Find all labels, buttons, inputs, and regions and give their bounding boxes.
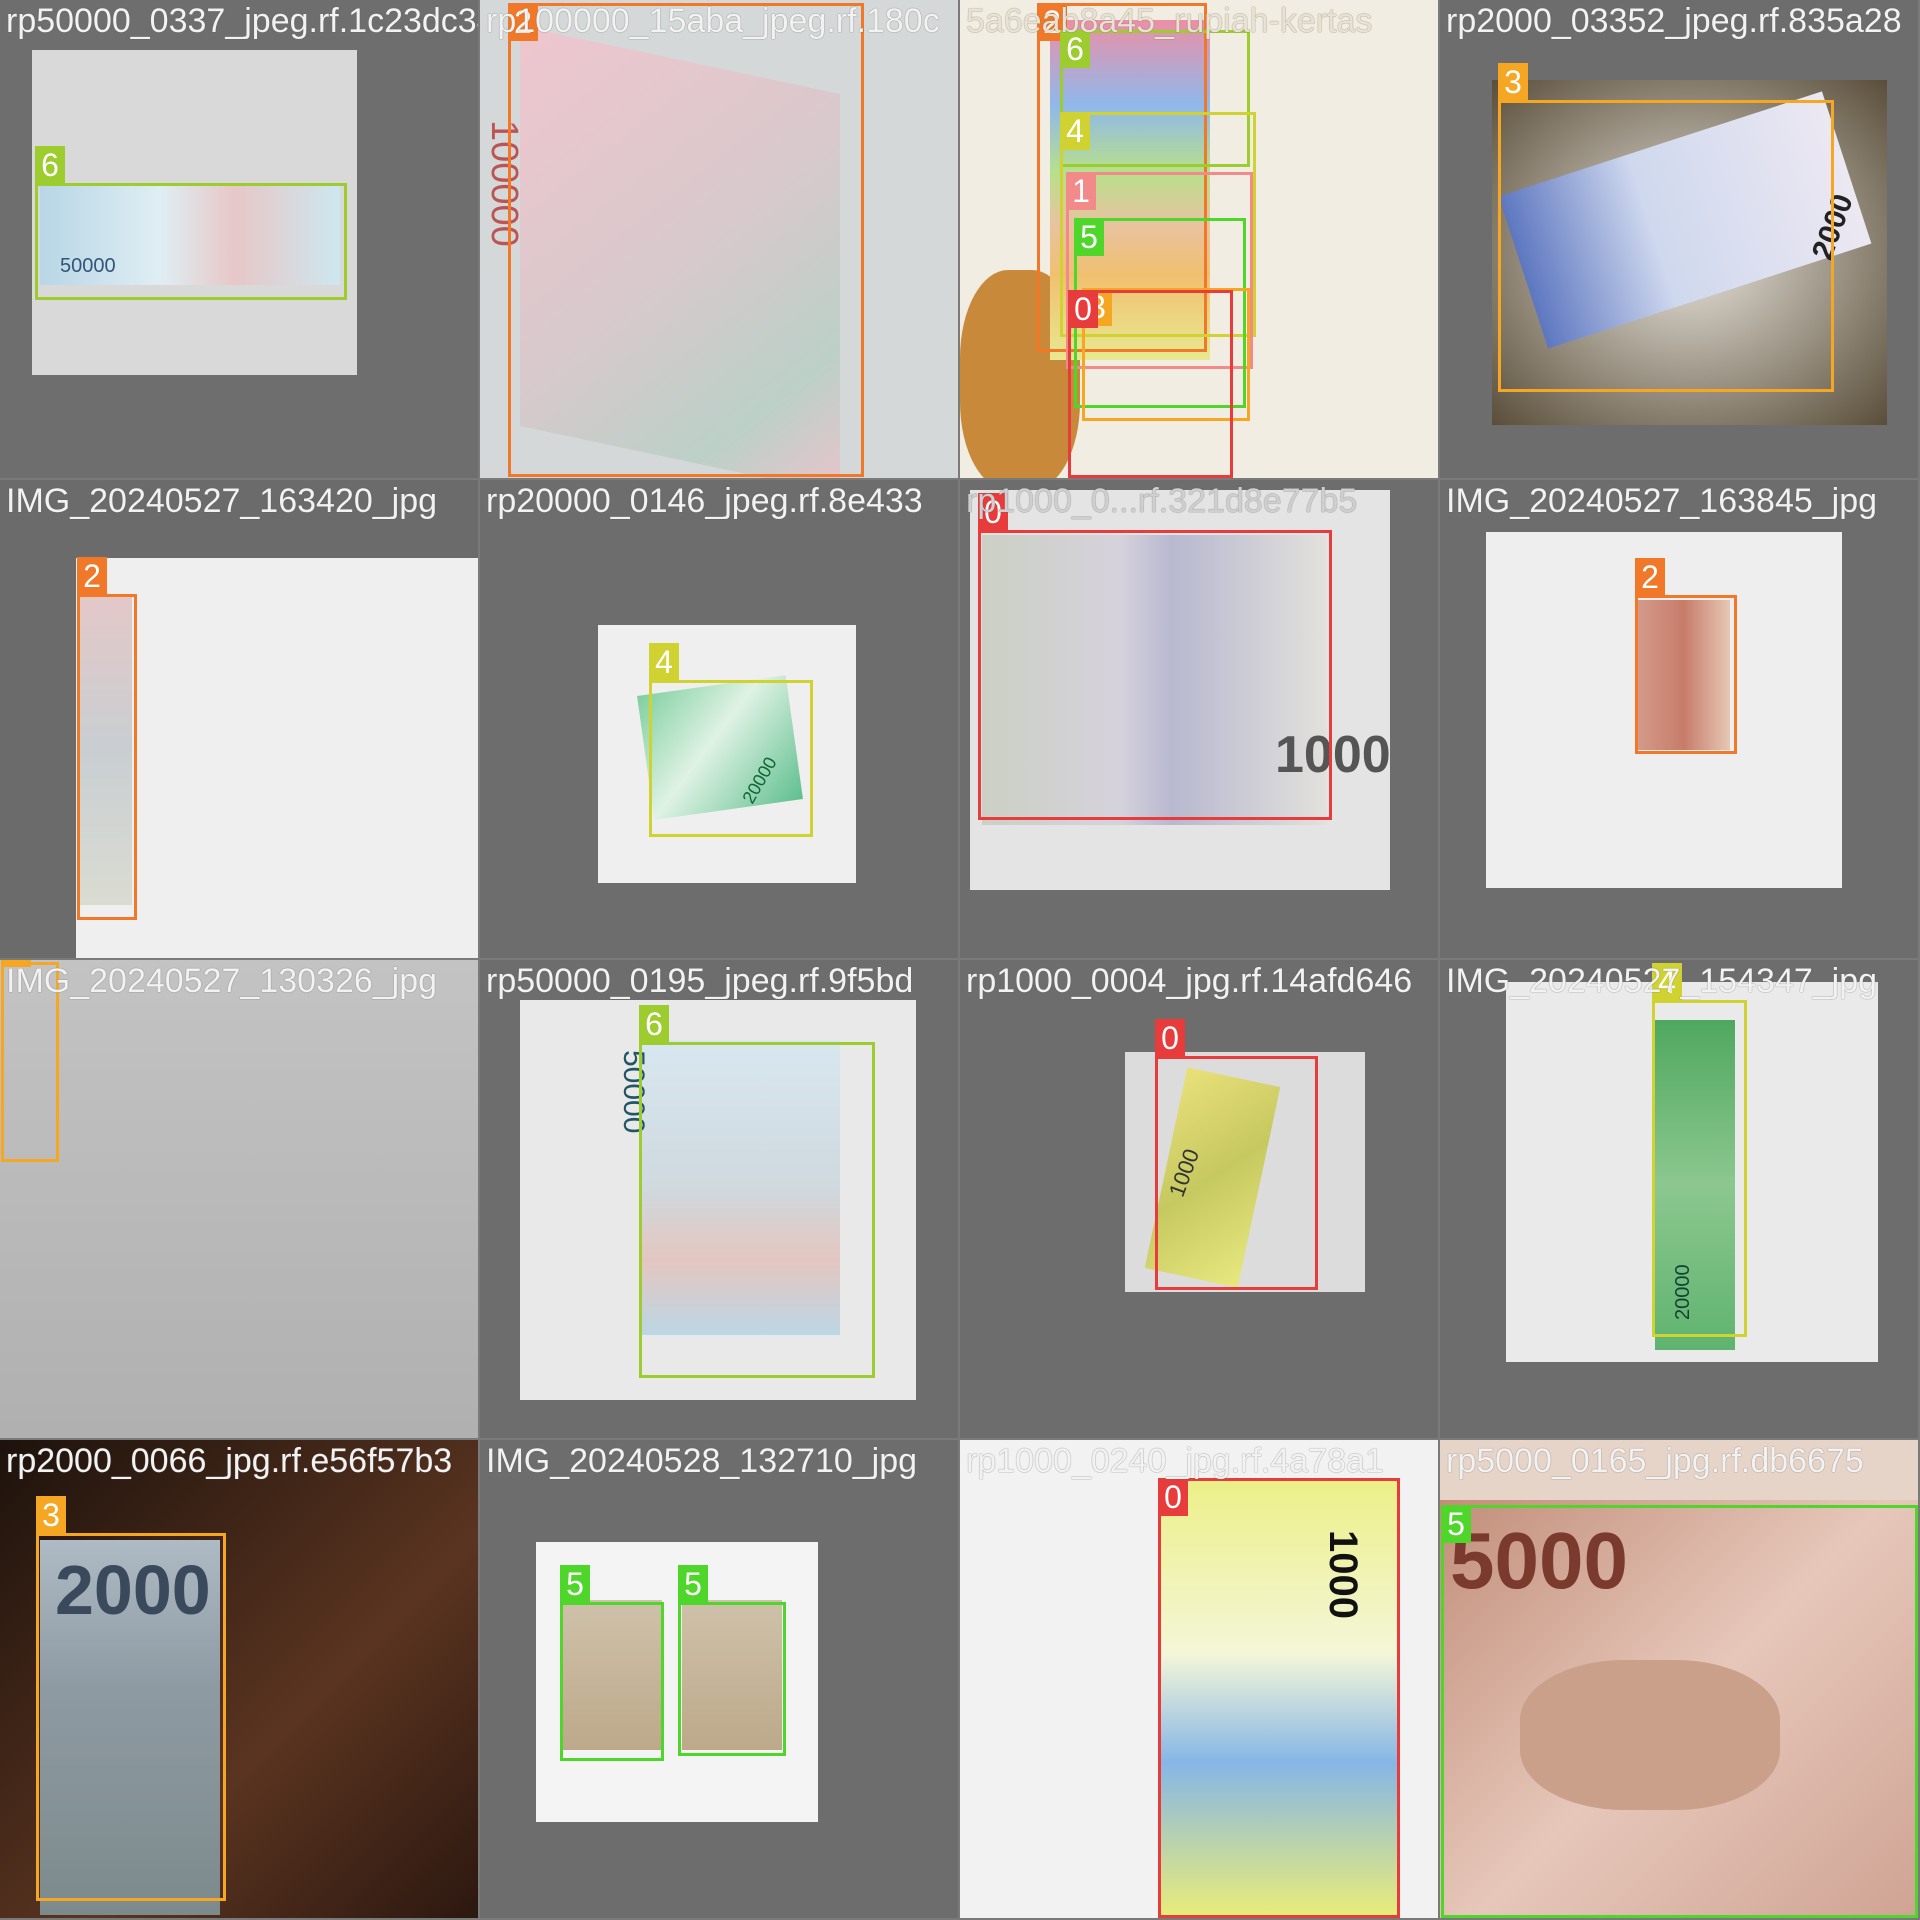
- mosaic-tile: 50000 6 rp50000_0195_jpeg.rf.9f5bd: [480, 960, 958, 1438]
- mosaic-tile: 50000 6 rp50000_0337_jpeg.rf.1c23dc34000…: [0, 0, 478, 478]
- mosaic-tile: 20000 4 rp20000_0146_jpeg.rf.8e433: [480, 480, 958, 958]
- detection-box: 2: [1635, 558, 1737, 754]
- detection-box: 0: [1068, 290, 1233, 478]
- image-filename: rp1000_0004_jpg.rf.14afd646: [966, 962, 1413, 1000]
- image-filename: rp20000_0146_jpeg.rf.8e433: [486, 482, 923, 520]
- image-filename: rp50000_0337_jpeg.rf.1c23dc340002f05487: [6, 2, 478, 40]
- detection-box: 2: [77, 557, 137, 920]
- mosaic-tile: 5000 5 rp5000_0165_jpg.rf.db6675: [1440, 1440, 1918, 1918]
- image-filename: IMG_20240527_163420_jpg: [6, 482, 438, 520]
- image-filename: IMG_20240527_163845_jpg: [1446, 482, 1878, 520]
- detection-box: 6: [35, 146, 347, 300]
- mosaic-tile: 2 6 4 1 5 3 0 5a6eab8a45_rupiah-kertas: [960, 0, 1438, 478]
- image-filename: rp100000_15aba_jpeg.rf.180c: [486, 2, 940, 40]
- photo-background: [0, 960, 478, 1438]
- class-label: 5: [560, 1565, 590, 1603]
- class-label: 6: [35, 146, 65, 184]
- mosaic-tile: 5 5 IMG_20240528_132710_jpg: [480, 1440, 958, 1918]
- detection-box: 3: [36, 1496, 226, 1901]
- detection-box: 5: [1441, 1505, 1918, 1918]
- class-label: 0: [1068, 290, 1098, 328]
- image-filename: rp50000_0195_jpeg.rf.9f5bd: [486, 962, 914, 1000]
- image-filename: IMG_20240527_154347_jpg: [1446, 962, 1878, 1000]
- detection-box: 0: [978, 493, 1332, 820]
- class-label: 2: [1635, 558, 1665, 596]
- detection-box: 3: [1498, 63, 1834, 392]
- detection-box: 4: [649, 643, 813, 837]
- mosaic-tile: 1000 0 rp1000_0...rf.321d8e77b5: [960, 480, 1438, 958]
- class-label: 6: [639, 1005, 669, 1043]
- class-label: 4: [1060, 112, 1090, 150]
- detection-box: 0: [1155, 1019, 1318, 1290]
- class-label: 5: [1441, 1505, 1471, 1543]
- mosaic-tile: 100000 2 rp100000_15aba_jpeg.rf.180c: [480, 0, 958, 478]
- mosaic-tile: 2000 3 rp2000_0066_jpg.rf.e56f57b3: [0, 1440, 478, 1918]
- image-filename: IMG_20240528_132710_jpg: [486, 1442, 918, 1480]
- class-label: 0: [1158, 1478, 1188, 1516]
- detection-box: 5: [560, 1565, 664, 1761]
- detection-box: 5: [678, 1565, 786, 1756]
- detection-box: 4: [1652, 963, 1747, 1337]
- mosaic-tile: 1000 0 rp1000_0004_jpg.rf.14afd646: [960, 960, 1438, 1438]
- mosaic-tile: 2 IMG_20240527_163845_jpg: [1440, 480, 1918, 958]
- mosaic-tile: 20000 4 IMG_20240527_154347_jpg: [1440, 960, 1918, 1438]
- class-label: 3: [36, 1496, 66, 1534]
- class-label: 2: [77, 557, 107, 595]
- class-label: 1: [1066, 172, 1096, 210]
- image-filename: rp2000_0066_jpg.rf.e56f57b3: [6, 1442, 453, 1480]
- class-label: 5: [678, 1565, 708, 1603]
- image-filename: rp1000_0240_jpg.rf.4a78a1: [966, 1442, 1384, 1480]
- detection-box: 6: [639, 1005, 875, 1378]
- class-label: 4: [649, 643, 679, 681]
- mosaic-tile: 2 IMG_20240527_163420_jpg: [0, 480, 478, 958]
- mosaic-tile: 2000 3 rp2000_03352_jpeg.rf.835a28: [1440, 0, 1918, 478]
- detection-box: 0: [1158, 1478, 1400, 1918]
- image-filename: rp2000_03352_jpeg.rf.835a28: [1446, 2, 1902, 40]
- mosaic-tile: 3 IMG_20240527_130326_jpg: [0, 960, 478, 1438]
- class-label: 5: [1074, 218, 1104, 256]
- image-filename: rp5000_0165_jpg.rf.db6675: [1446, 1442, 1864, 1480]
- mosaic-tile: 1000 0 rp1000_0240_jpg.rf.4a78a1: [960, 1440, 1438, 1918]
- detection-box: 2: [508, 3, 864, 477]
- image-filename: 5a6eab8a45_rupiah-kertas: [966, 2, 1373, 40]
- image-filename: IMG_20240527_130326_jpg: [6, 962, 438, 1000]
- class-label: 0: [1155, 1019, 1185, 1057]
- image-filename: rp1000_0...rf.321d8e77b5: [966, 482, 1358, 520]
- class-label: 3: [1498, 63, 1528, 101]
